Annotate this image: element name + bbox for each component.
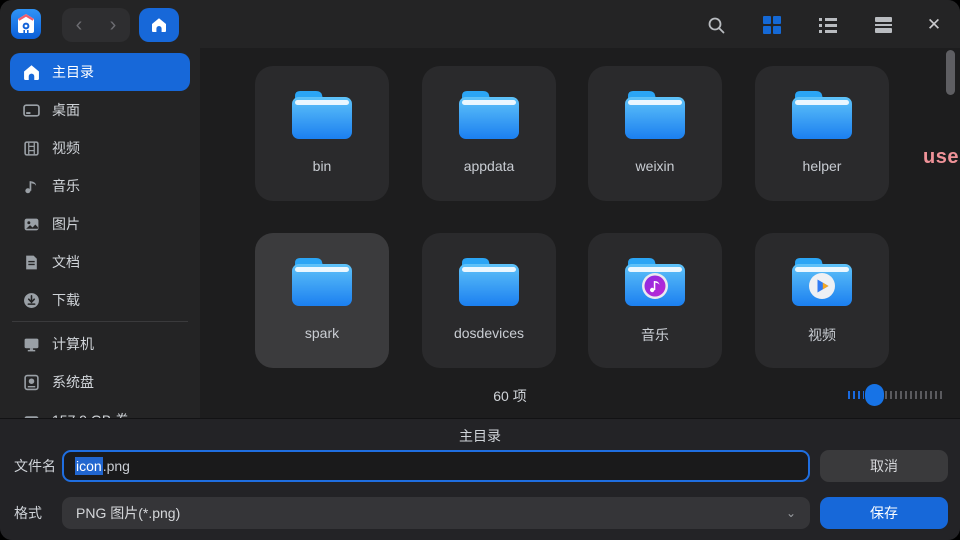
filename-extension-text: .png: [103, 458, 130, 474]
folder-icon: [622, 88, 688, 142]
disk-icon: [23, 374, 40, 391]
sidebar-separator: [12, 321, 188, 322]
folder-tile-dosdevices[interactable]: dosdevices: [422, 233, 556, 368]
overlay-text-use: use: [923, 146, 959, 169]
detail-view-button[interactable]: [865, 7, 901, 43]
sidebar-item-system-disk[interactable]: 系统盘: [10, 363, 190, 401]
slider-track-empty: [885, 391, 943, 399]
history-nav-group: ‹ ›: [62, 8, 130, 42]
filename-label: 文件名: [14, 450, 56, 482]
video-folder-icon: [789, 255, 855, 309]
back-button[interactable]: ‹: [62, 8, 96, 42]
sidebar: 主目录 桌面 视频 音乐: [0, 48, 200, 418]
list-view-icon: [819, 18, 837, 33]
close-icon: ✕: [927, 15, 941, 35]
item-count-label: 60 项: [493, 386, 526, 406]
close-button[interactable]: ✕: [916, 7, 952, 43]
chevron-down-icon: ⌄: [786, 506, 796, 520]
folder-icon: [289, 255, 355, 309]
folder-tile-videos[interactable]: 视频: [755, 233, 889, 368]
cancel-button[interactable]: 取消: [820, 450, 948, 482]
search-icon: [707, 16, 726, 35]
sidebar-item-pictures[interactable]: 图片: [10, 205, 190, 243]
sidebar-item-home[interactable]: 主目录: [10, 53, 190, 91]
folder-icon: [456, 255, 522, 309]
sidebar-item-computer[interactable]: 计算机: [10, 325, 190, 363]
download-icon: [23, 292, 40, 309]
folder-grid: bin appdata weixin helper spark dosdevic…: [200, 48, 960, 418]
save-button[interactable]: 保存: [820, 497, 948, 529]
sidebar-item-desktop[interactable]: 桌面: [10, 91, 190, 129]
grid-view-icon: [763, 16, 781, 34]
format-label: 格式: [14, 497, 42, 529]
file-save-dialog-window: ‹ ›: [0, 0, 960, 540]
titlebar: ‹ ›: [0, 0, 960, 48]
sidebar-item-downloads[interactable]: 下载: [10, 281, 190, 319]
format-select[interactable]: PNG 图片(*.png) ⌄: [62, 497, 810, 529]
icon-size-slider[interactable]: [848, 384, 943, 406]
sidebar-item-volume[interactable]: 157.9 GB 卷: [10, 401, 190, 418]
home-icon: [23, 64, 40, 81]
document-icon: [23, 254, 40, 271]
filename-selected-text: icon: [75, 457, 103, 475]
home-icon: [151, 17, 167, 33]
slider-thumb[interactable]: [865, 384, 884, 406]
slider-track-filled: [848, 391, 864, 399]
breadcrumb-home-button[interactable]: [139, 8, 179, 42]
folder-tile-weixin[interactable]: weixin: [588, 66, 722, 201]
forward-button[interactable]: ›: [96, 8, 130, 42]
folder-tile-music[interactable]: 音乐: [588, 233, 722, 368]
app-logo-icon: [11, 9, 41, 39]
computer-icon: [23, 336, 40, 353]
folder-icon: [456, 88, 522, 142]
grid-view-button[interactable]: [754, 7, 790, 43]
format-value: PNG 图片(*.png): [76, 503, 180, 523]
folder-tile-spark[interactable]: spark: [255, 233, 389, 368]
search-button[interactable]: [698, 7, 734, 43]
detail-view-icon: [875, 17, 892, 33]
filename-input[interactable]: icon.png: [62, 450, 810, 482]
sidebar-item-music[interactable]: 音乐: [10, 167, 190, 205]
folder-tile-helper[interactable]: helper: [755, 66, 889, 201]
folder-tile-bin[interactable]: bin: [255, 66, 389, 201]
sidebar-item-documents[interactable]: 文档: [10, 243, 190, 281]
desktop-icon: [23, 102, 40, 119]
film-icon: [23, 140, 40, 157]
scrollbar-thumb[interactable]: [946, 50, 955, 95]
save-panel: 主目录 文件名 icon.png 取消 格式 PNG 图片(*.png) ⌄ 保…: [0, 418, 960, 540]
music-note-icon: [23, 178, 40, 195]
folder-icon: [289, 88, 355, 142]
folder-tile-appdata[interactable]: appdata: [422, 66, 556, 201]
current-location-label: 主目录: [0, 426, 960, 446]
folder-icon: [789, 88, 855, 142]
picture-icon: [23, 216, 40, 233]
music-folder-icon: [622, 255, 688, 309]
list-view-button[interactable]: [810, 7, 846, 43]
sidebar-item-videos[interactable]: 视频: [10, 129, 190, 167]
